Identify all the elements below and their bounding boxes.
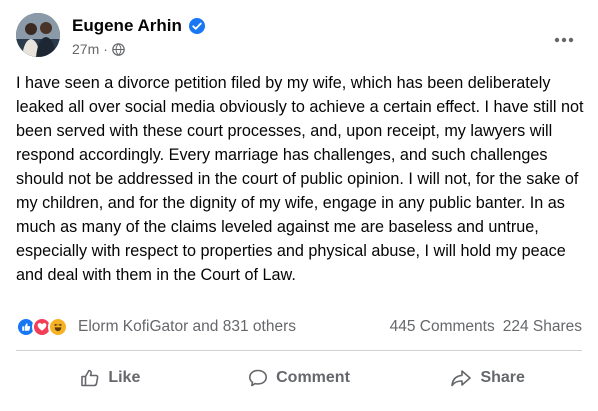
post-body: I have seen a divorce petition filed by … — [16, 74, 584, 284]
comment-button[interactable]: Comment — [205, 356, 394, 400]
shares-count[interactable]: 224 Shares — [503, 318, 582, 336]
post-header: Eugene Arhin 27m · — [16, 12, 582, 60]
haha-reaction-icon — [48, 317, 68, 337]
thumbs-up-icon — [81, 369, 99, 387]
like-button[interactable]: Like — [16, 356, 205, 400]
reactors-summary[interactable]: Elorm KofiGator and 831 others — [78, 318, 296, 336]
author-avatar[interactable] — [16, 13, 60, 57]
author-name[interactable]: Eugene Arhin — [72, 16, 182, 36]
post-stats: Elorm KofiGator and 831 others 445 Comme… — [16, 314, 582, 340]
like-label: Like — [108, 369, 141, 386]
avatar-photo-icon — [16, 13, 60, 57]
globe-icon[interactable] — [112, 42, 125, 56]
share-button[interactable]: Share — [393, 356, 582, 400]
reaction-icons[interactable] — [16, 317, 68, 337]
comment-bubble-icon — [249, 369, 268, 387]
more-options-icon[interactable] — [546, 22, 582, 58]
post-meta: 27m · — [72, 40, 125, 58]
share-label: Share — [480, 369, 525, 386]
post-timestamp[interactable]: 27m — [72, 41, 99, 57]
share-arrow-icon — [451, 370, 472, 387]
comments-count[interactable]: 445 Comments — [390, 318, 495, 336]
verified-badge-icon — [188, 17, 206, 35]
post-actions: Like Comment Share — [16, 356, 582, 400]
facebook-post: Eugene Arhin 27m · I have seen a divorce… — [0, 0, 598, 411]
actions-divider — [16, 350, 582, 351]
comment-label: Comment — [276, 369, 350, 386]
meta-separator: · — [103, 41, 108, 57]
